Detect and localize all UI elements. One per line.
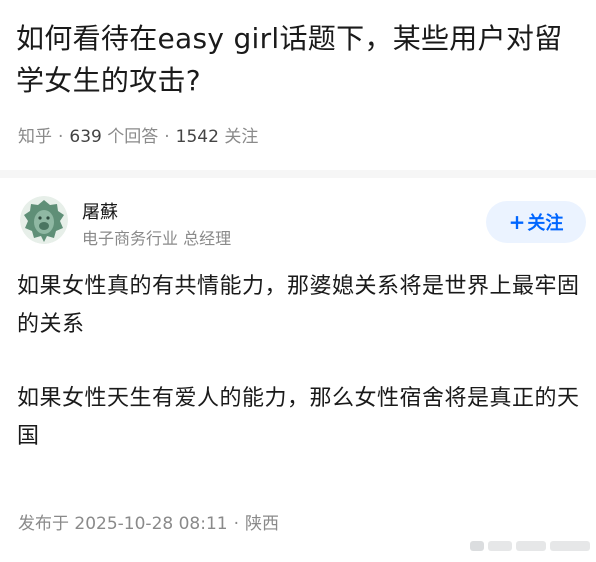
question-title[interactable]: 如何看待在easy girl话题下，某些用户对留学女生的攻击? — [16, 18, 582, 102]
follower-count: 1542 — [175, 127, 219, 147]
publish-location: 陕西 — [245, 514, 280, 534]
publish-separator: · — [233, 514, 240, 534]
publish-prefix: 发布于 — [18, 514, 69, 534]
meta-separator-2: · — [164, 127, 170, 147]
follow-label: 关注 — [527, 213, 564, 234]
answer-count-unit: 个回答 — [107, 127, 159, 147]
publish-info: 发布于 2025-10-28 08:11 · 陕西 — [18, 509, 279, 534]
section-divider — [0, 170, 596, 178]
lion-avatar-icon[interactable] — [20, 196, 68, 244]
plus-icon: + — [508, 210, 526, 234]
answer-paragraph: 如果女性天生有爱人的能力，那么女性宿舍将是真正的天国 — [17, 386, 580, 449]
source-label: 知乎 — [18, 127, 52, 147]
meta-separator: · — [58, 127, 64, 147]
answer-paragraph: 如果女性真的有共情能力，那婆媳关系将是世界上最牢固的关系 — [17, 274, 580, 337]
answer-count: 639 — [69, 127, 102, 147]
answer-page: 如何看待在easy girl话题下，某些用户对留学女生的攻击? 知乎 · 639 个… — [0, 0, 596, 562]
follower-label: 关注 — [224, 127, 259, 147]
author-name[interactable]: 屠蘇 — [82, 198, 118, 224]
question-meta: 知乎 · 639 个回答 · 1542 关注 — [18, 122, 258, 147]
watermark-logo-icon — [470, 537, 592, 555]
author-headline: 电子商务行业 总经理 — [82, 229, 232, 248]
publish-datetime: 2025-10-28 08:11 — [74, 514, 228, 534]
follow-button[interactable]: + 关注 — [486, 201, 586, 243]
